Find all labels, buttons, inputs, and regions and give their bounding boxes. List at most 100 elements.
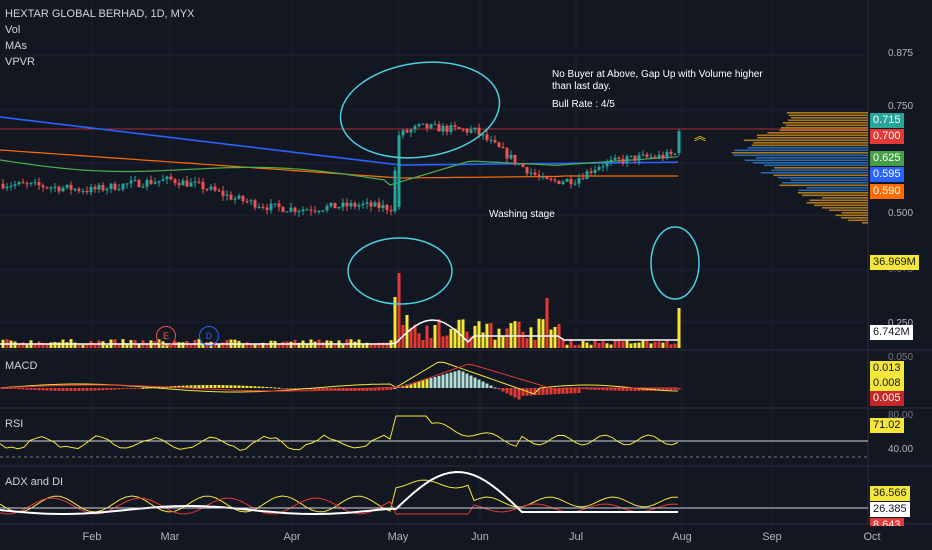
candle-body: [129, 180, 133, 184]
dividend-marker[interactable]: D: [199, 326, 219, 346]
macd-histogram-bar: [205, 385, 209, 388]
volume-bar: [533, 339, 537, 348]
macd-signal-label: 0.008: [870, 376, 904, 391]
volume-bar: [57, 342, 61, 348]
macd-histogram-bar: [137, 388, 141, 389]
volume-bar: [541, 319, 545, 348]
candle-body: [17, 182, 21, 185]
volume-bar: [77, 344, 81, 348]
volume-bar: [437, 319, 441, 348]
candle-body: [353, 203, 357, 207]
macd-histogram-bar: [229, 385, 233, 388]
annotation-washing[interactable]: Washing stage: [489, 209, 555, 221]
candle-body: [645, 154, 649, 157]
candle-body: [61, 187, 65, 192]
candlesticks[interactable]: [1, 120, 681, 217]
macd-histogram-bar: [93, 388, 97, 391]
indicator-vol[interactable]: Vol: [5, 24, 20, 36]
candle-body: [5, 186, 9, 189]
panel-title-rsi[interactable]: RSI: [5, 418, 23, 430]
macd-panel: [0, 361, 681, 400]
candle-body: [205, 189, 209, 191]
macd-histogram-bar: [577, 388, 581, 394]
candle-body: [25, 183, 29, 185]
candle-body: [329, 202, 333, 207]
candle-body: [185, 180, 189, 187]
volume-bar: [529, 327, 533, 348]
vpvr-bar: [788, 119, 868, 122]
vpvr-bar: [841, 212, 868, 214]
macd-histogram-bar: [261, 386, 265, 388]
vpvr-bar: [760, 172, 868, 174]
volume-bar: [597, 342, 601, 348]
volume-bar: [549, 329, 553, 348]
panel-title-adx[interactable]: ADX and DI: [5, 476, 63, 488]
candle-body: [1, 183, 5, 189]
symbol-title[interactable]: HEXTAR GLOBAL BERHAD, 1D, MYX: [5, 8, 195, 20]
chart-canvas[interactable]: [0, 0, 932, 550]
macd-histogram-bar: [201, 385, 205, 388]
candle-body: [277, 203, 281, 207]
volume-bar: [433, 324, 437, 348]
candle-body: [245, 200, 249, 202]
volume-last-label: 36.969M: [870, 255, 919, 270]
candle-body: [665, 151, 669, 159]
candle-body: [125, 183, 129, 185]
vpvr-bar: [763, 164, 868, 167]
volume-bar: [537, 318, 541, 348]
volume-bar: [33, 344, 37, 348]
volume-bar: [429, 338, 433, 348]
candle-body: [33, 182, 37, 184]
vpvr-bar: [782, 182, 868, 184]
macd-histogram-bar: [449, 372, 453, 388]
candle-body: [649, 156, 653, 158]
macd-histogram-bar: [249, 386, 253, 388]
vpvr-bar: [752, 162, 868, 164]
candle-body: [193, 181, 197, 183]
macd-histogram-bar: [445, 373, 449, 388]
earnings-marker[interactable]: E: [156, 326, 176, 346]
candle-body: [321, 210, 325, 212]
annotation-top-note[interactable]: No Buyer at Above, Gap Up with Volume hi…: [552, 69, 763, 93]
candle-body: [85, 191, 89, 193]
candle-body: [657, 154, 661, 158]
macd-histogram-bar: [77, 388, 81, 391]
candle-body: [617, 157, 621, 160]
macd-histogram-bar: [477, 379, 481, 388]
annotation-bull-rate[interactable]: Bull Rate : 4/5: [552, 99, 615, 111]
macd-histogram-bar: [145, 387, 149, 389]
macd-histogram-bar: [197, 385, 201, 388]
candle-body: [45, 187, 49, 189]
volume-bar: [21, 342, 25, 348]
volume-bar: [65, 342, 69, 348]
volume-bar: [513, 321, 517, 348]
volume-bar: [589, 344, 593, 348]
candle-body: [225, 194, 229, 196]
macd-histogram-bar: [289, 388, 293, 389]
panel-title-macd[interactable]: MACD: [5, 360, 37, 372]
vpvr-bar: [786, 112, 868, 114]
last-price-label: 0.715: [870, 113, 904, 128]
volume-bar: [217, 344, 221, 348]
volume-bar: [517, 321, 521, 348]
indicator-mas[interactable]: MAs: [5, 40, 27, 52]
candle-body: [49, 187, 53, 189]
candle-body: [337, 207, 341, 209]
macd-histogram-bar: [441, 374, 445, 388]
candle-body: [629, 155, 633, 157]
candle-body: [389, 209, 393, 212]
vpvr-bar: [733, 154, 868, 157]
candle-body: [233, 198, 237, 200]
volume-bar: [561, 339, 565, 348]
macd-histogram-bar: [281, 388, 285, 389]
candle-body: [189, 182, 193, 187]
volume-bar: [137, 344, 141, 348]
candle-body: [149, 180, 153, 184]
candle-body: [637, 155, 641, 161]
candle-body: [469, 129, 473, 133]
indicator-vpvr[interactable]: VPVR: [5, 56, 35, 68]
volume-bar: [341, 344, 345, 348]
grid: [0, 0, 932, 530]
candle-body: [601, 166, 605, 168]
macd-histogram-bar: [517, 388, 521, 400]
